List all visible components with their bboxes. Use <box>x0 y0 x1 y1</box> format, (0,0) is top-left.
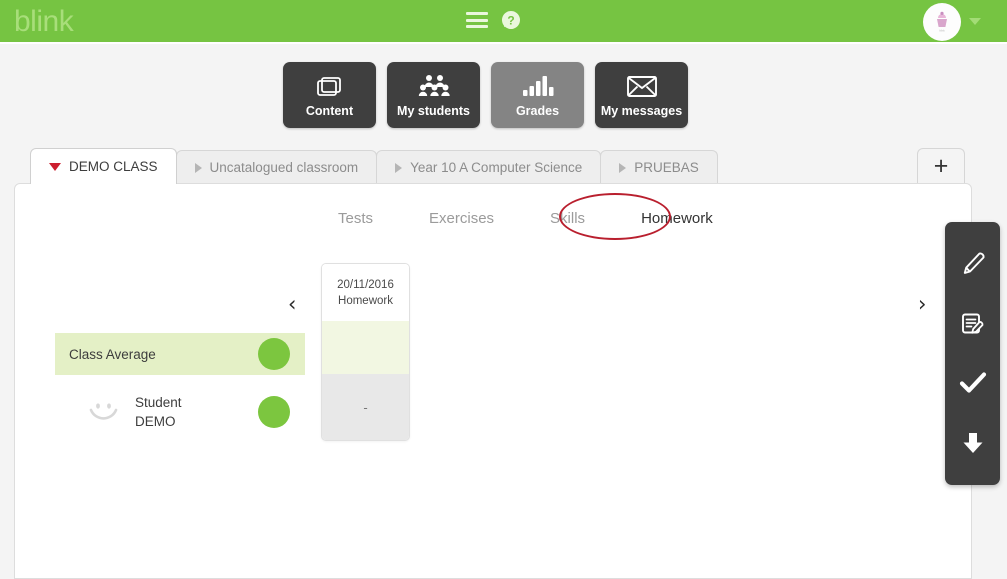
svg-text:?: ? <box>507 14 514 28</box>
nav-button-my-students[interactable]: My students <box>387 62 480 128</box>
nav-button-my-messages[interactable]: My messages <box>595 62 688 128</box>
table-row-class-average[interactable]: Class Average <box>55 333 305 375</box>
subtab-homework[interactable]: Homework <box>613 206 741 231</box>
tab-label: PRUEBAS <box>634 160 699 175</box>
class-tab-year-10-a-computer-science[interactable]: Year 10 A Computer Science <box>376 150 602 184</box>
main-panel: Tests Exercises Skills Homework ‹ › Clas… <box>14 183 972 579</box>
nav-label: My messages <box>600 104 683 118</box>
class-tab-uncatalogued-classroom[interactable]: Uncatalogued classroom <box>175 150 378 184</box>
right-toolbar <box>945 222 1000 485</box>
envelope-icon <box>626 72 658 100</box>
app-header: blink ? blink <box>0 0 1007 44</box>
grade-column[interactable]: 20/11/2016 Homework - <box>321 263 410 441</box>
app-logo[interactable]: blink <box>14 4 74 40</box>
triangle-down-icon <box>49 162 61 171</box>
grade-column-date: 20/11/2016 <box>337 278 394 291</box>
content-windows-icon <box>315 72 345 100</box>
grade-cell-class-average[interactable] <box>322 321 409 374</box>
user-avatar[interactable]: blink <box>923 3 961 41</box>
avatar-chevron-down-icon[interactable] <box>969 18 981 25</box>
svg-text:blink: blink <box>939 29 945 33</box>
prev-column-button[interactable]: ‹ <box>288 294 296 315</box>
subtab-exercises[interactable]: Exercises <box>401 206 522 231</box>
subtab-tests[interactable]: Tests <box>310 206 401 231</box>
next-column-button[interactable]: › <box>918 294 926 315</box>
tab-label: Uncatalogued classroom <box>209 160 359 175</box>
class-tab-pruebas[interactable]: PRUEBAS <box>600 150 718 184</box>
grade-column-header: 20/11/2016 Homework <box>322 264 409 321</box>
nav-button-grades[interactable]: Grades <box>491 62 584 128</box>
students-group-icon <box>418 72 450 100</box>
student-last-name: DEMO <box>135 414 176 429</box>
grade-column-type: Homework <box>338 294 393 307</box>
gradebook-subtabs: Tests Exercises Skills Homework <box>310 206 741 231</box>
bar-chart-icon <box>521 72 555 100</box>
status-badge <box>258 396 290 428</box>
nav-label: My students <box>397 104 470 118</box>
table-row-student[interactable]: Student DEMO <box>55 386 305 438</box>
download-arrow-icon[interactable] <box>959 429 987 457</box>
nav-label: Grades <box>515 104 560 118</box>
tab-label: Year 10 A Computer Science <box>410 160 583 175</box>
pencil-edit-icon[interactable] <box>959 250 987 278</box>
note-edit-icon[interactable] <box>959 310 987 338</box>
triangle-right-icon <box>619 162 627 173</box>
subtab-skills[interactable]: Skills <box>522 206 613 231</box>
tab-label: DEMO CLASS <box>69 159 158 174</box>
triangle-right-icon <box>395 162 403 173</box>
add-tab-button[interactable]: + <box>917 148 965 183</box>
main-nav: Content My students Grades My messages <box>283 62 688 128</box>
grade-cell-student[interactable]: - <box>322 374 409 440</box>
hamburger-menu-icon[interactable] <box>466 12 488 28</box>
help-question-icon[interactable]: ? <box>501 10 521 30</box>
status-badge <box>258 338 290 370</box>
nav-label: Content <box>305 104 354 118</box>
student-first-name: Student <box>135 395 182 410</box>
nav-button-content[interactable]: Content <box>283 62 376 128</box>
header-center-icons: ? <box>466 10 521 30</box>
row-label: Class Average <box>69 346 156 362</box>
triangle-right-icon <box>194 162 202 173</box>
checkmark-icon[interactable] <box>959 369 987 397</box>
row-label: Student DEMO <box>135 393 182 431</box>
class-tabstrip: DEMO CLASS Uncatalogued classroom Year 1… <box>30 148 718 184</box>
student-avatar-smiley-icon <box>85 393 123 436</box>
class-tab-demo-class[interactable]: DEMO CLASS <box>30 148 177 184</box>
